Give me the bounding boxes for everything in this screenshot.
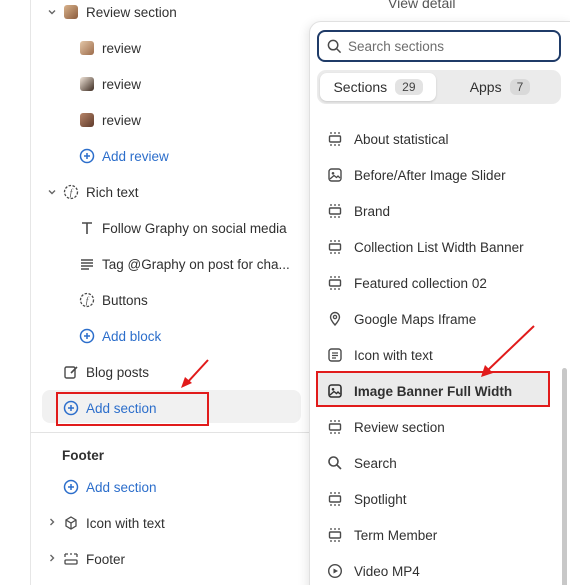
tree-item-icon-with-text[interactable]: Icon with text [62,508,165,538]
svg-text:f: f [70,188,74,198]
section-option-google-maps[interactable]: Google Maps Iframe [326,304,476,334]
layout-rows-icon [326,274,344,292]
tree-item-tag-graphy[interactable]: Tag @Graphy on post for cha... [78,249,290,279]
review-thumbnail-icon [78,39,96,57]
tree-item-rich-text[interactable]: f Rich text [62,177,139,207]
tree-item-follow-graphy[interactable]: Follow Graphy on social media [78,213,287,243]
plus-circle-icon [78,327,96,345]
view-detail-text: View detail [388,0,456,11]
layout-rows-icon [326,202,344,220]
rich-text-icon: f [62,183,80,201]
apps-count-badge: 7 [509,79,531,95]
search-field[interactable] [317,30,561,62]
scrollbar[interactable] [562,368,567,585]
chevron-down-icon[interactable] [46,6,58,18]
section-option-image-banner-full-width[interactable]: Image Banner Full Width [326,376,512,406]
tab-bar: Sections 29 Apps 7 [317,70,561,104]
section-option-about-statistical[interactable]: About statistical [326,124,449,154]
svg-text:f: f [86,296,90,306]
add-section-popover: Sections 29 Apps 7 About statistical Bef… [309,21,570,585]
tab-apps[interactable]: Apps 7 [442,73,558,101]
section-option-featured-collection[interactable]: Featured collection 02 [326,268,487,298]
search-icon [326,454,344,472]
footer-layout-icon [62,550,80,568]
map-pin-icon [326,310,344,328]
tree-item-review[interactable]: review [78,105,141,135]
plus-circle-icon [62,478,80,496]
cube-icon [62,514,80,532]
section-option-video-mp4[interactable]: Video MP4 [326,556,420,585]
rich-text-icon: f [78,291,96,309]
tree-item-review-section[interactable]: Review section [62,0,177,27]
section-option-brand[interactable]: Brand [326,196,390,226]
image-icon [326,166,344,184]
plus-circle-icon [78,147,96,165]
text-heading-icon [78,219,96,237]
divider [30,432,310,433]
search-input[interactable] [348,38,548,54]
tree-item-blog-posts[interactable]: Blog posts [62,357,149,387]
section-option-spotlight[interactable]: Spotlight [326,484,407,514]
add-block-button[interactable]: Add block [78,321,161,351]
section-option-collection-list[interactable]: Collection List Width Banner [326,232,524,262]
tree-item-footer[interactable]: Footer [62,544,125,574]
edit-icon [62,363,80,381]
chevron-right-icon[interactable] [46,552,58,564]
layout-rows-icon [326,526,344,544]
text-paragraph-icon [78,255,96,273]
annotation-box [56,392,209,426]
play-icon [326,562,344,580]
layout-rows-icon [326,238,344,256]
chevron-right-icon[interactable] [46,516,58,528]
image-icon [326,382,344,400]
text-block-icon [326,346,344,364]
layout-rows-icon [326,490,344,508]
section-option-icon-with-text[interactable]: Icon with text [326,340,433,370]
tab-sections[interactable]: Sections 29 [320,73,436,101]
footer-add-section-button[interactable]: Add section [62,472,157,502]
section-option-term-member[interactable]: Term Member [326,520,437,550]
layout-rows-icon [326,418,344,436]
section-option-before-after-slider[interactable]: Before/After Image Slider [326,160,506,190]
review-thumbnail-icon [78,75,96,93]
chevron-down-icon[interactable] [46,186,58,198]
annotation-arrow-icon [481,325,535,377]
section-option-search[interactable]: Search [326,448,397,478]
search-icon [327,39,342,54]
layout-rows-icon [326,130,344,148]
footer-group-heading: Footer [62,447,104,463]
section-option-review-section[interactable]: Review section [326,412,445,442]
review-thumbnail-icon [62,3,80,21]
annotation-arrow-icon [181,359,209,388]
sections-count-badge: 29 [395,79,423,95]
tree-item-review[interactable]: review [78,69,141,99]
review-thumbnail-icon [78,111,96,129]
tree-item-buttons[interactable]: f Buttons [78,285,148,315]
add-review-button[interactable]: Add review [78,141,169,171]
tree-item-review[interactable]: review [78,33,141,63]
